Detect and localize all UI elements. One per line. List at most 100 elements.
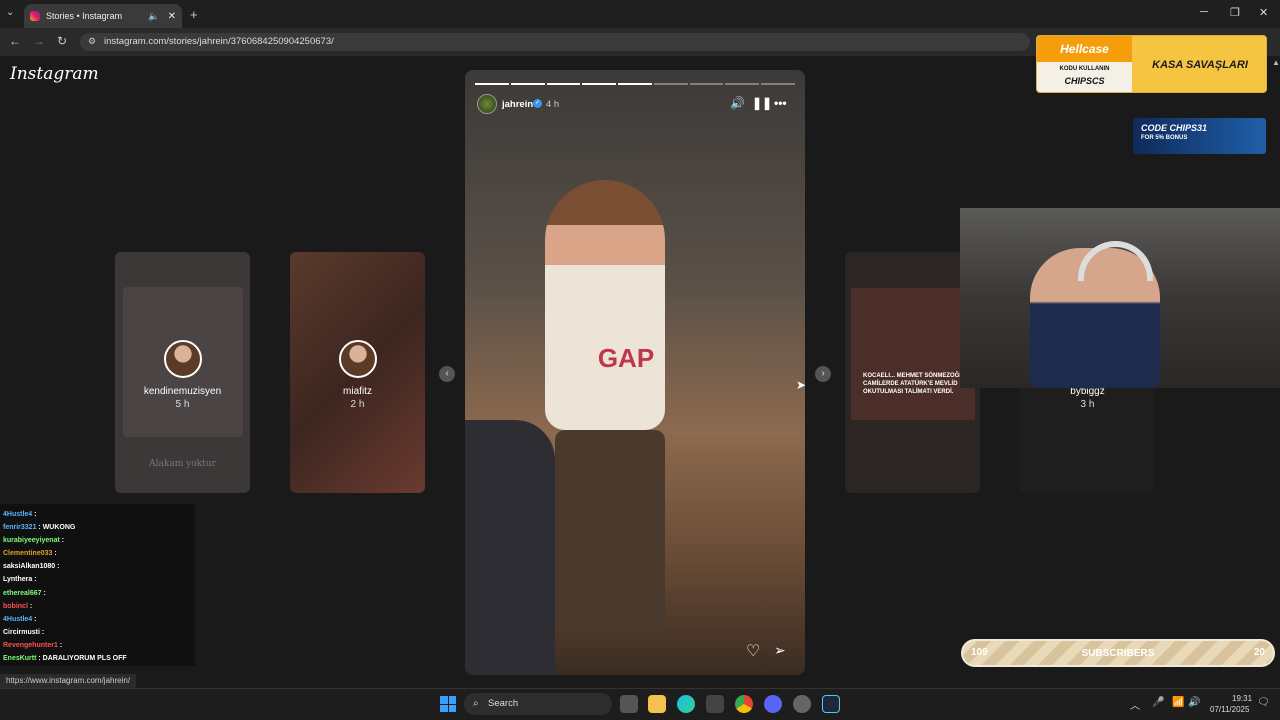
clock-date[interactable]: 07/11/2025 bbox=[1210, 705, 1249, 714]
chat-text: : DARALIYORUM PLS OFF bbox=[38, 655, 127, 663]
microphone-icon[interactable]: 🎤 bbox=[1152, 697, 1164, 708]
edge-icon[interactable] bbox=[677, 695, 695, 713]
progress-segment bbox=[546, 83, 581, 85]
chat-text: : bbox=[59, 641, 63, 649]
chat-username[interactable]: fenrir3321 bbox=[3, 524, 36, 531]
story-time: 4 h bbox=[546, 99, 560, 110]
webcam-feed bbox=[960, 208, 1280, 388]
volume-icon[interactable]: 🔊 bbox=[1188, 697, 1200, 708]
new-tab-button[interactable]: + bbox=[190, 7, 198, 22]
previous-story-button[interactable]: ‹ bbox=[439, 366, 455, 382]
browser-tab[interactable]: Stories • Instagram 🔈 ✕ bbox=[24, 4, 182, 28]
wifi-icon[interactable]: 📶 bbox=[1172, 697, 1184, 708]
mouse-cursor-icon: ➤ bbox=[796, 378, 807, 392]
chat-username[interactable]: Circirmusti bbox=[3, 629, 40, 636]
chat-message: saksiAlkan1080 : bbox=[3, 560, 192, 573]
chat-username[interactable]: bobincl bbox=[3, 603, 28, 610]
chat-username[interactable]: saksiAlkan1080 bbox=[3, 563, 55, 570]
chat-username[interactable]: 4Hustle4 bbox=[3, 511, 32, 518]
chat-message: Clementine033 : bbox=[3, 547, 192, 560]
stream-chat: 4Hustle4 : fenrir3321 : WUKONG kurabiyeeyi… bbox=[0, 504, 195, 666]
chat-text: : bbox=[34, 615, 37, 623]
shirt-print: GAP bbox=[597, 343, 655, 373]
story-author-avatar[interactable] bbox=[477, 94, 497, 114]
story-progress-bar bbox=[475, 83, 796, 85]
back-icon[interactable]: ← bbox=[9, 34, 21, 48]
windows-start-icon[interactable] bbox=[440, 696, 456, 712]
chat-username[interactable]: 4Hustle4 bbox=[3, 616, 32, 623]
task-view-icon[interactable] bbox=[620, 695, 638, 713]
story-author-name[interactable]: jahrein bbox=[502, 99, 533, 110]
next-story-button[interactable]: › bbox=[815, 366, 831, 382]
subscriber-goal-bar: 109 SUBSCRIBERS 20 bbox=[961, 639, 1275, 667]
chat-text: : bbox=[34, 576, 37, 584]
story-pants bbox=[555, 430, 665, 630]
story-preview bbox=[851, 288, 975, 420]
headset bbox=[1078, 241, 1153, 281]
chat-message: bobincl : bbox=[3, 600, 192, 613]
close-tab-icon[interactable]: ✕ bbox=[168, 11, 176, 22]
instagram-logo[interactable]: Instagram bbox=[10, 64, 99, 84]
address-bar[interactable]: instagram.com/stories/jahrein/3760684250… bbox=[80, 33, 1030, 51]
chat-text: : bbox=[61, 537, 65, 545]
hellcase-logo: Hellcase bbox=[1037, 36, 1132, 62]
chat-text: : bbox=[41, 628, 45, 636]
steam-icon[interactable] bbox=[822, 695, 840, 713]
forward-icon[interactable]: → bbox=[33, 34, 45, 48]
minimize-button[interactable]: ─ bbox=[1200, 6, 1208, 18]
tab-list-icon[interactable]: ⌄ bbox=[6, 7, 14, 18]
mute-icon[interactable]: 🔊 bbox=[730, 96, 745, 110]
reload-icon[interactable]: ↻ bbox=[57, 34, 67, 48]
more-options-icon[interactable]: ••• bbox=[774, 96, 787, 110]
chat-message: EnesKurtt : DARALIYORUM PLS OFF bbox=[3, 652, 192, 665]
site-info-icon[interactable]: ⚙ bbox=[88, 36, 96, 47]
store-icon[interactable] bbox=[706, 695, 724, 713]
audio-icon[interactable]: 🔈 bbox=[148, 11, 159, 22]
like-icon[interactable]: ♡ bbox=[746, 641, 760, 661]
progress-segment bbox=[510, 83, 545, 85]
hellcase-banner: Hellcase KODU KULLANIN CHIPSCS KASA SAVA… bbox=[1036, 35, 1267, 93]
chrome-icon[interactable] bbox=[735, 695, 753, 713]
chat-username[interactable]: EnesKurtt bbox=[3, 655, 36, 662]
app-icon[interactable] bbox=[793, 695, 811, 713]
chat-username[interactable]: Clementine033 bbox=[3, 550, 52, 557]
story-username: miafitz bbox=[343, 386, 372, 397]
progress-segment bbox=[725, 83, 760, 85]
hellcase-code: CHIPSCS bbox=[1064, 76, 1105, 86]
chat-text: : bbox=[57, 563, 60, 571]
close-window-button[interactable]: ✕ bbox=[1259, 6, 1268, 19]
maximize-button[interactable]: ❐ bbox=[1230, 6, 1240, 19]
chat-username[interactable]: kurabiyeeyiyenat bbox=[3, 537, 60, 544]
chat-message: kurabiyeeyiyenat : bbox=[3, 534, 192, 547]
discord-icon[interactable] bbox=[764, 695, 782, 713]
chat-username[interactable]: ethereal667 bbox=[3, 590, 42, 597]
progress-segment bbox=[689, 83, 724, 85]
lootbox-bonus: FOR 5% BONUS bbox=[1141, 135, 1188, 141]
scroll-up-icon[interactable]: ▲ bbox=[1272, 58, 1280, 67]
subscriber-label: SUBSCRIBERS bbox=[1081, 648, 1155, 659]
progress-segment bbox=[475, 83, 509, 85]
chat-username[interactable]: Lynthera bbox=[3, 576, 32, 583]
chat-message: 4Hustle4 : bbox=[3, 613, 192, 626]
taskbar-search[interactable]: Search bbox=[464, 693, 612, 715]
chat-username[interactable]: Revengehunter1 bbox=[3, 642, 58, 649]
story-caption: Alakam yoktur bbox=[149, 459, 216, 469]
taskbar bbox=[0, 688, 1280, 720]
chat-text: : bbox=[54, 550, 57, 558]
chat-message: Revengehunter1 : bbox=[3, 639, 192, 652]
file-explorer-icon[interactable] bbox=[648, 695, 666, 713]
notifications-icon[interactable]: 🗨 bbox=[1257, 697, 1270, 708]
story-card-kendinemuzisyen[interactable]: kendinemuzisyen 5 h Alakam yoktur bbox=[115, 252, 250, 493]
clock-time[interactable]: 19:31 bbox=[1232, 694, 1252, 703]
search-icon: ⌕ bbox=[473, 698, 479, 709]
share-icon[interactable]: ➢ bbox=[774, 642, 786, 659]
story-viewer[interactable]: GAP bbox=[465, 70, 805, 675]
chat-text: : bbox=[29, 602, 33, 610]
instagram-favicon-icon bbox=[30, 11, 40, 21]
lootbox-code: CODE CHIPS31 bbox=[1141, 123, 1208, 133]
show-hidden-icons[interactable]: ︿ bbox=[1130, 697, 1140, 712]
story-card-miafitz[interactable]: miafitz 2 h bbox=[290, 252, 425, 493]
link-status-bar: https://www.instagram.com/jahrein/ bbox=[0, 674, 137, 688]
pause-icon[interactable]: ❚❚ bbox=[752, 96, 772, 110]
chat-message: Lynthera : bbox=[3, 573, 192, 586]
